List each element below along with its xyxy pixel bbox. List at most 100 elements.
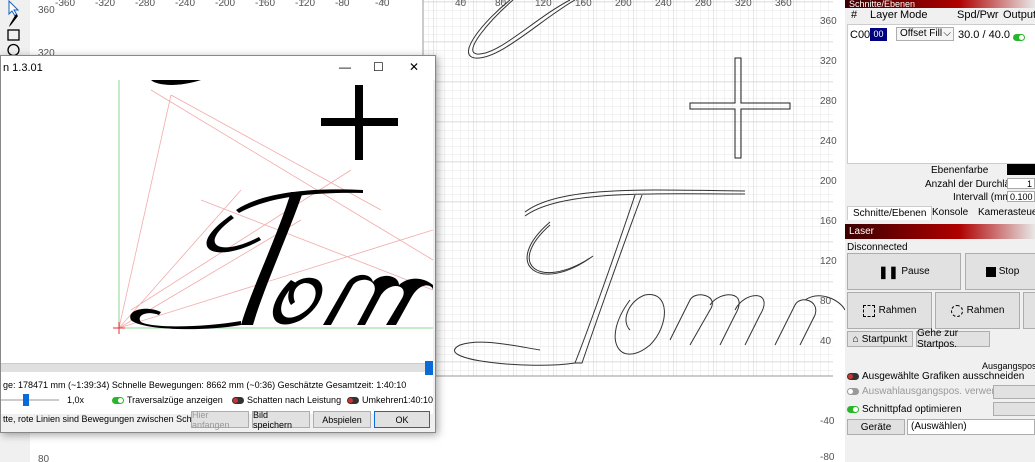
panel-header-title: Schnitte/Ebenen [849,0,916,9]
top-ruler-label: 280 [695,0,712,9]
rectangle-icon[interactable] [7,29,20,41]
umkehren-option[interactable]: Umkehren [347,395,404,405]
layers-list: C00 00 Offset Fill ⌵ 30.0 / 40.0 [847,24,1035,164]
col-header-mode: Mode [900,9,928,21]
traversal-toggle[interactable] [112,397,124,405]
top-ruler-label: 240 [655,0,672,9]
bild-speichern-button[interactable]: Bild speichern [252,410,310,430]
option-auswahlausgangspos[interactable]: Auswahlausgangspos. verwenden [847,386,1014,397]
speed-slider-thumb[interactable] [23,394,29,406]
ausgangspos-label: Ausgangspos [982,361,1035,371]
right-ruler-label: -80 [820,452,835,462]
geraete-button[interactable]: Geräte [847,419,905,435]
preview-titlebar: n 1.3.01 — ☐ ✕ [1,56,435,80]
right-ruler-label: 200 [820,176,837,187]
col-header-layer: Layer [870,9,898,21]
ebenenfarbe-label: Ebenenfarbe [931,165,989,176]
rahmen-circle-button[interactable]: Rahmen [935,292,1020,329]
right-ruler-label: 320 [820,56,837,67]
top-ruler-label: -360 [55,0,75,9]
tool-icons [7,0,20,57]
top-ruler-label: 120 [535,0,552,9]
pen-icon[interactable] [9,14,18,27]
geraete-select[interactable]: (Auswählen) [907,419,1035,435]
top-ruler-label: -40 [375,0,390,9]
umkehren-label: Umkehren [362,395,404,405]
ellipse-icon[interactable] [7,43,20,57]
right-ruler-label: 120 [820,256,837,267]
maximize-icon[interactable]: ☐ [373,60,384,74]
hier-anfangen-button[interactable]: Hier anfangen [191,410,249,430]
gehe-startpos-button[interactable]: Gehe zur Startpos. [916,328,990,350]
layer-row[interactable]: C00 00 Offset Fill ⌵ 30.0 / 40.0 [848,27,1035,43]
preview-cross [321,85,398,160]
preview-script-text [130,80,433,330]
auswahlausgangspos-toggle[interactable] [847,387,859,395]
intervall-input[interactable]: 0.100 [1007,191,1035,202]
col-header-spdpwr: Spd/Pwr [957,9,999,21]
traversal-option[interactable]: Traversalzüge anzeigen [112,395,223,405]
pause-button[interactable]: ❚❚ Pause [847,253,961,290]
top-ruler-label: 40 [455,0,467,9]
stop-label: Stop [998,266,1020,277]
startpunkt-label: Startpunkt [861,333,908,345]
spd-pwr-value: 30.0 / 40.0 [958,29,1010,41]
right-ruler-label: 40 [820,336,832,347]
col-header-output: Output [1003,9,1035,21]
rahmen-rect-button[interactable]: Rahmen [847,292,932,329]
speed-slider[interactable] [1,394,59,406]
option-ausschneiden[interactable]: Ausgewählte Grafiken ausschneiden [847,371,1024,382]
opt3-label: Schnittpfad optimieren [862,404,962,415]
opt1-label: Ausgewählte Grafiken ausschneiden [862,371,1025,382]
left-ruler-label: 360 [38,5,55,16]
preview-progress-track[interactable] [1,363,425,372]
work-area-grid [423,0,833,376]
mode-select[interactable]: Offset Fill ⌵ [896,27,954,41]
col-header-num: # [851,9,858,21]
abspielen-button[interactable]: Abspielen [313,411,371,428]
rahmen-rect-label: Rahmen [878,305,917,316]
schnittpfad-settings-button[interactable] [993,402,1035,416]
tab-konsole[interactable]: Konsole [927,206,973,220]
top-ruler-label: -80 [335,0,350,9]
schnittpfad-toggle[interactable] [847,405,859,413]
frame-rect-icon [862,304,875,317]
umkehren-toggle[interactable] [347,397,359,405]
schatten-toggle[interactable] [232,397,244,405]
mode-value: Offset Fill [900,28,943,39]
select-arrow-icon[interactable] [8,0,20,17]
home-icon: ⌂ [852,333,859,345]
preview-legend: tte, rote Linien sind Bewegungen zwische… [3,414,214,424]
tab-kamerasteuerung[interactable]: Kamerasteuerung [973,206,1035,220]
right-ruler-label: -40 [820,416,835,427]
stop-button[interactable]: Stop [965,253,1035,290]
ausgangspos-button[interactable] [993,385,1035,399]
top-ruler-label: -320 [95,0,115,9]
right-ruler-label: 360 [820,16,837,27]
right-ruler-label: 280 [820,96,837,107]
preview-progress-handle[interactable] [425,361,433,375]
ebenenfarbe-swatch[interactable] [1007,164,1035,175]
layer-color-swatch[interactable]: 00 [870,28,887,41]
rahmen-circle-label: Rahmen [966,305,1005,316]
tab-schnitte-ebenen[interactable]: Schnitte/Ebenen [847,206,933,220]
option-schnittpfad[interactable]: Schnittpfad optimieren [847,404,962,415]
durchlaeufe-input[interactable]: 1 [1007,178,1035,189]
pause-label: Pause [901,266,930,277]
preview-stats: ge: 178471 mm (~1:39:34) Schnelle Bewegu… [3,380,407,390]
top-ruler-label: -240 [175,0,195,9]
close-icon[interactable]: ✕ [409,60,419,74]
ok-button[interactable]: OK [374,411,430,428]
extra-frame-button[interactable] [1023,292,1035,329]
schatten-option[interactable]: Schatten nach Leistung [232,395,341,405]
speed-value: 1,0x [67,395,85,405]
startpunkt-button[interactable]: ⌂ Startpunkt [847,331,913,347]
connection-status: Disconnected [847,242,908,253]
minimize-icon[interactable]: — [339,60,351,74]
ausschneiden-toggle[interactable] [847,372,859,380]
pause-icon: ❚❚ [878,264,899,279]
preview-progress-fill [1,364,425,372]
output-toggle[interactable] [1013,33,1025,41]
right-ruler-label: 160 [820,216,837,227]
top-ruler-label: -280 [135,0,155,9]
